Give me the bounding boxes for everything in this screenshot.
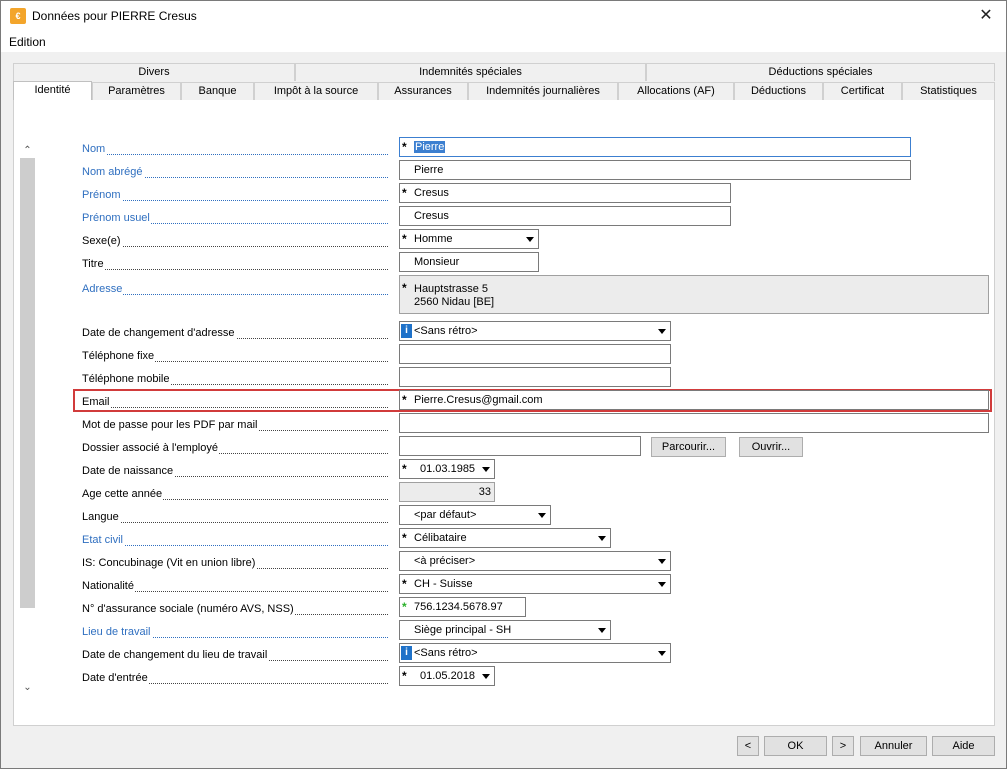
previous-button[interactable]: < <box>737 736 759 756</box>
label-titre: Titre <box>82 258 388 272</box>
info-icon: i <box>401 646 412 660</box>
close-icon[interactable]: ✕ <box>971 5 1001 27</box>
label-prenom: Prénom <box>82 189 388 203</box>
tab-indemnites-speciales[interactable]: Indemnités spéciales <box>295 63 646 81</box>
help-button[interactable]: Aide <box>932 736 995 756</box>
nom-abrege-field[interactable]: Pierre <box>399 160 911 180</box>
date-chg-lieu-select[interactable]: i <Sans rétro> <box>399 643 671 663</box>
label-langue: Langue <box>82 511 388 525</box>
tab-statistiques[interactable]: Statistiques <box>902 82 995 100</box>
age-field: 33 <box>399 482 495 502</box>
tab-certificat[interactable]: Certificat <box>823 82 902 100</box>
label-prenom-usuel: Prénom usuel <box>82 212 388 226</box>
mdp-pdf-field[interactable] <box>399 413 989 433</box>
naissance-select[interactable]: * 01.03.1985 <box>399 459 495 479</box>
sexe-select[interactable]: * Homme <box>399 229 539 249</box>
avs-field[interactable]: * 756.1234.5678.97 <box>399 597 526 617</box>
tab-deductions-speciales[interactable]: Déductions spéciales <box>646 63 995 81</box>
date-chg-adresse-select[interactable]: i <Sans rétro> <box>399 321 671 341</box>
dropdown-arrow-icon <box>526 237 534 242</box>
dropdown-arrow-icon <box>598 628 606 633</box>
dropdown-arrow-icon <box>658 651 666 656</box>
scroll-down-icon[interactable]: ⌄ <box>20 682 35 694</box>
titre-field[interactable]: Monsieur <box>399 252 539 272</box>
label-age: Age cette année <box>82 488 388 502</box>
label-nom: Nom <box>82 143 388 157</box>
dropdown-arrow-icon <box>538 513 546 518</box>
label-dossier: Dossier associé à l'employé <box>82 442 388 456</box>
nationalite-select[interactable]: * CH - Suisse <box>399 574 671 594</box>
label-nom-abrege: Nom abrégé <box>82 166 388 180</box>
label-tel-mobile: Téléphone mobile <box>82 373 388 387</box>
cresus-icon: € <box>10 8 26 24</box>
label-tel-fixe: Téléphone fixe <box>82 350 388 364</box>
label-date-chg-adresse: Date de changement d'adresse <box>82 327 388 341</box>
label-concubinage: IS: Concubinage (Vit en union libre) <box>82 557 388 571</box>
label-date-chg-lieu: Date de changement du lieu de travail <box>82 649 388 663</box>
email-field[interactable]: * Pierre.Cresus@gmail.com <box>399 390 989 410</box>
tab-deductions[interactable]: Déductions <box>734 82 823 100</box>
scroll-up-icon[interactable]: ⌃ <box>20 145 35 157</box>
next-button[interactable]: > <box>832 736 854 756</box>
label-naissance: Date de naissance <box>82 465 388 479</box>
nom-field[interactable]: * Pierre <box>399 137 911 157</box>
title-bar: € Données pour PIERRE Cresus ✕ <box>1 1 1006 32</box>
dropdown-arrow-icon <box>598 536 606 541</box>
label-date-entree: Date d'entrée <box>82 672 388 686</box>
label-sexe: Sexe(e) <box>82 235 388 249</box>
tab-parametres[interactable]: Paramètres <box>92 82 181 100</box>
date-entree-select[interactable]: * 01.05.2018 <box>399 666 495 686</box>
dropdown-arrow-icon <box>482 674 490 679</box>
tab-impot-source[interactable]: Impôt à la source <box>254 82 378 100</box>
label-email: Email <box>82 396 388 410</box>
tab-identite[interactable]: Identité <box>13 81 92 100</box>
dropdown-arrow-icon <box>658 329 666 334</box>
dropdown-arrow-icon <box>658 559 666 564</box>
label-lieu-travail: Lieu de travail <box>82 626 388 640</box>
label-etat-civil: Etat civil <box>82 534 388 548</box>
adresse-field[interactable]: * Hauptstrasse 5 2560 Nidau [BE] <box>399 275 989 314</box>
prenom-usuel-field[interactable]: Cresus <box>399 206 731 226</box>
concubinage-select[interactable]: <à préciser> <box>399 551 671 571</box>
tab-assurances[interactable]: Assurances <box>378 82 468 100</box>
ok-button[interactable]: OK <box>764 736 827 756</box>
langue-select[interactable]: <par défaut> <box>399 505 551 525</box>
dropdown-arrow-icon <box>658 582 666 587</box>
cancel-button[interactable]: Annuler <box>860 736 927 756</box>
dossier-field[interactable] <box>399 436 641 456</box>
label-adresse: Adresse <box>82 283 388 297</box>
tab-divers[interactable]: Divers <box>13 63 295 81</box>
adresse-line1: Hauptstrasse 5 <box>414 283 488 295</box>
label-nationalite: Nationalité <box>82 580 388 594</box>
menu-bar: Edition <box>1 32 1006 52</box>
window-title: Données pour PIERRE Cresus <box>32 9 197 23</box>
lieu-travail-select[interactable]: Siège principal - SH <box>399 620 611 640</box>
dropdown-arrow-icon <box>482 467 490 472</box>
tel-mobile-field[interactable] <box>399 367 671 387</box>
tab-indemnites-journalieres[interactable]: Indemnités journalières <box>468 82 618 100</box>
label-avs: N° d'assurance sociale (numéro AVS, NSS) <box>82 603 388 617</box>
scrollbar-thumb[interactable] <box>20 158 35 608</box>
prenom-field[interactable]: * Cresus <box>399 183 731 203</box>
browse-button[interactable]: Parcourir... <box>651 437 726 457</box>
open-button[interactable]: Ouvrir... <box>739 437 803 457</box>
adresse-line2: 2560 Nidau [BE] <box>414 296 495 308</box>
menu-edition[interactable]: Edition <box>9 35 46 49</box>
info-icon: i <box>401 324 412 338</box>
tab-allocations[interactable]: Allocations (AF) <box>618 82 734 100</box>
label-mdp-pdf: Mot de passe pour les PDF par mail <box>82 419 388 433</box>
tab-banque[interactable]: Banque <box>181 82 254 100</box>
tel-fixe-field[interactable] <box>399 344 671 364</box>
etat-civil-select[interactable]: * Célibataire <box>399 528 611 548</box>
